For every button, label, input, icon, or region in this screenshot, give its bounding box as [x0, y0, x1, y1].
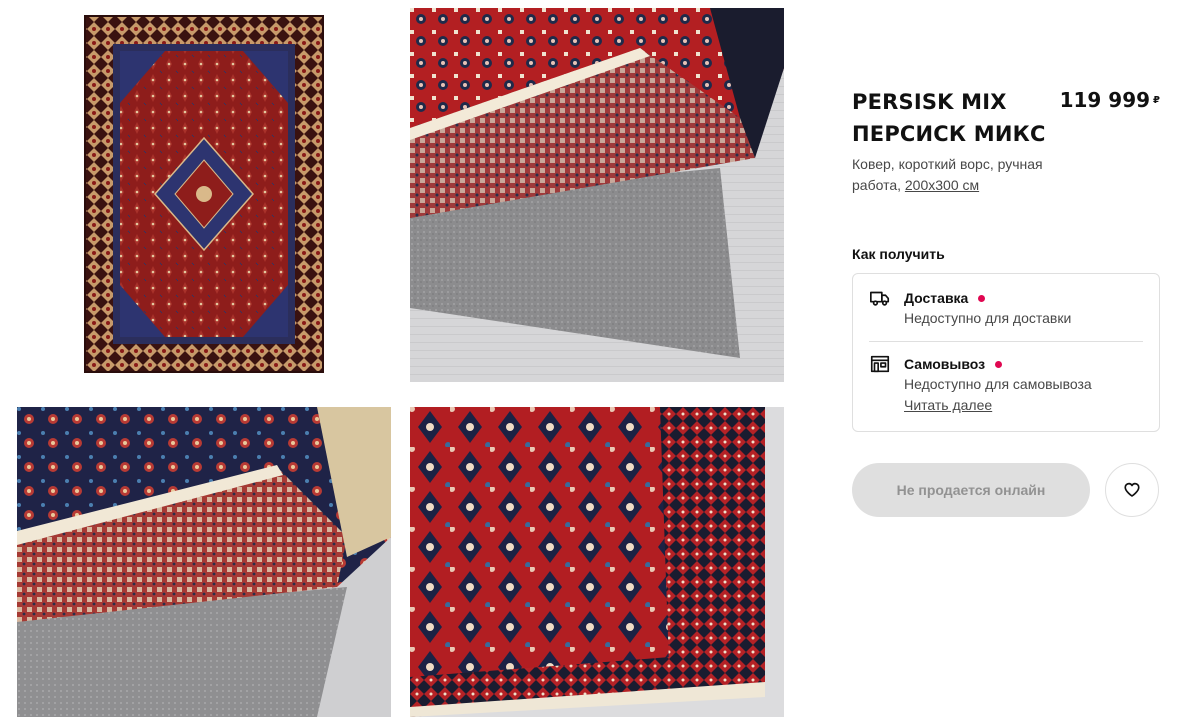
pickup-status-dot	[995, 360, 1003, 368]
title-row: PERSISK MIX ПЕРСИСК МИКС 119 999 ₽	[852, 86, 1160, 150]
price-value: 119 999	[1059, 88, 1151, 112]
product-info-panel: PERSISK MIX ПЕРСИСК МИКС 119 999 ₽ Ковер,…	[852, 86, 1160, 517]
size-link[interactable]: 200x300 см	[905, 177, 979, 193]
rug-detail-image	[410, 407, 784, 717]
read-more-link[interactable]: Читать далее	[904, 395, 1143, 415]
pickup-label: Самовывоз	[904, 356, 986, 372]
delivery-header: Доставка	[904, 288, 1143, 308]
options-divider	[869, 341, 1143, 342]
truck-icon	[869, 287, 891, 309]
delivery-option[interactable]: Доставка Недоступно для доставки	[869, 288, 1143, 329]
product-description: Ковер, короткий ворс, ручная работа, 200…	[852, 154, 1072, 196]
fulfillment-options: Доставка Недоступно для доставки Самовыв…	[852, 273, 1160, 432]
product-image-full[interactable]	[17, 8, 391, 382]
favorite-button[interactable]	[1105, 463, 1159, 517]
pickup-header: Самовывоз	[904, 354, 1143, 374]
pickup-option[interactable]: Самовывоз Недоступно для самовывоза Чита…	[869, 354, 1143, 415]
heart-icon	[1124, 482, 1140, 497]
rug-back-image	[17, 407, 391, 717]
product-image-detail[interactable]	[410, 407, 784, 717]
rug-full-image	[84, 15, 324, 373]
product-image-corner[interactable]	[410, 8, 784, 382]
pickup-status: Недоступно для самовывоза	[904, 376, 1092, 392]
delivery-label: Доставка	[904, 290, 969, 306]
product-image-back[interactable]	[17, 407, 391, 717]
product-price: 119 999 ₽	[1060, 86, 1160, 114]
delivery-status: Недоступно для доставки	[904, 310, 1072, 326]
delivery-status-dot	[978, 294, 986, 302]
how-to-get-title: Как получить	[852, 246, 945, 262]
price-currency: ₽	[1153, 95, 1160, 106]
store-icon	[869, 353, 891, 375]
not-sold-online-button[interactable]: Не продается онлайн	[852, 463, 1090, 517]
product-title: PERSISK MIX ПЕРСИСК МИКС	[852, 86, 1062, 150]
purchase-actions: Не продается онлайн	[852, 463, 1160, 517]
rug-corner-image	[410, 8, 784, 382]
product-gallery	[0, 0, 800, 717]
product-name-latin: PERSISK MIX	[852, 90, 1007, 114]
product-name-cyrillic: ПЕРСИСК МИКС	[852, 122, 1046, 146]
